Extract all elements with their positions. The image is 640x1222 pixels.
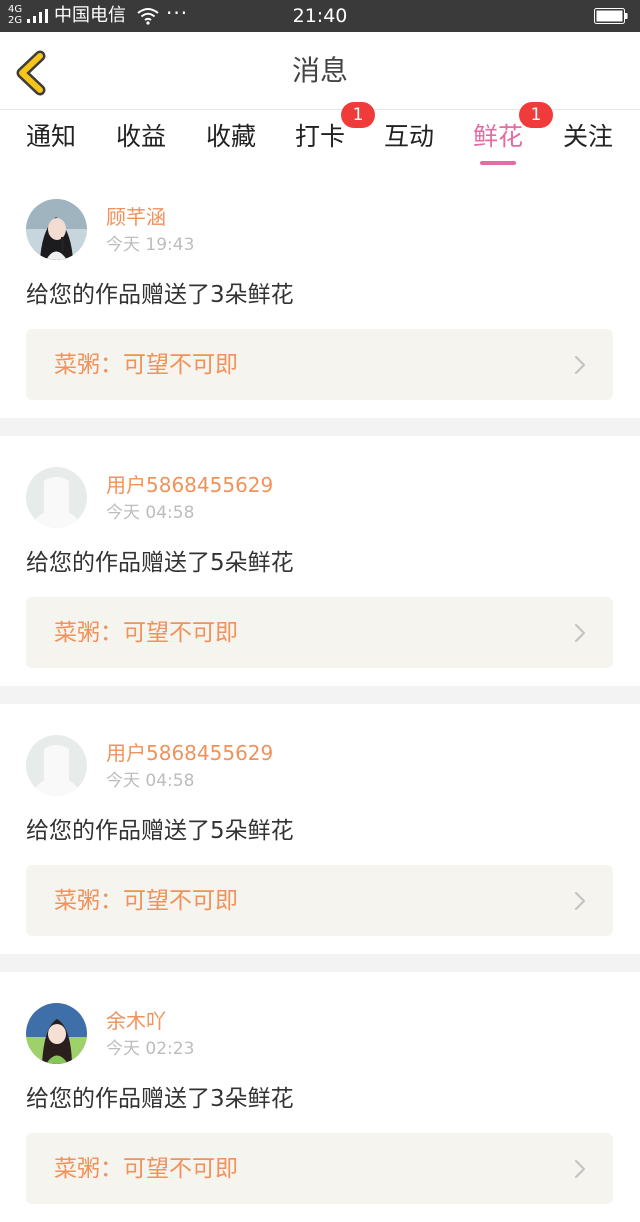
sender-name[interactable]: 用户5868455629 bbox=[106, 741, 273, 765]
message-card: 用户5868455629 今天 04:58 给您的作品赠送了5朵鲜花 菜粥：可望… bbox=[0, 436, 640, 704]
default-avatar-icon bbox=[26, 735, 87, 796]
tab-earnings[interactable]: 收益 bbox=[116, 120, 166, 156]
tab-interaction[interactable]: 互动 bbox=[384, 120, 434, 156]
sender-name[interactable]: 顾芊涵 bbox=[106, 205, 166, 229]
nav-header: 消息 bbox=[0, 32, 640, 110]
photo-avatar-icon bbox=[26, 199, 87, 260]
message-time: 今天 04:58 bbox=[106, 503, 195, 523]
card-divider bbox=[0, 954, 640, 972]
work-title: 菜粥：可望不可即 bbox=[54, 352, 238, 378]
status-bar: 4G 2G 中国电信 ··· 21:40 bbox=[0, 0, 640, 32]
tab-flowers[interactable]: 鲜花 1 bbox=[473, 102, 553, 165]
sender-name[interactable]: 用户5868455629 bbox=[106, 473, 273, 497]
flower-message-list: 顾芊涵 今天 19:43 给您的作品赠送了3朵鲜花 菜粥：可望不可即 用户586… bbox=[0, 168, 640, 1222]
avatar[interactable] bbox=[26, 467, 87, 528]
message-text: 给您的作品赠送了3朵鲜花 bbox=[26, 1086, 294, 1112]
unread-badge: 1 bbox=[341, 102, 375, 128]
work-link[interactable]: 菜粥：可望不可即 bbox=[26, 865, 613, 936]
work-title: 菜粥：可望不可即 bbox=[54, 620, 238, 646]
active-tab-indicator bbox=[480, 161, 516, 165]
tab-label: 收益 bbox=[116, 122, 167, 151]
tab-notifications[interactable]: 通知 bbox=[26, 120, 76, 156]
message-text: 给您的作品赠送了3朵鲜花 bbox=[26, 282, 294, 308]
card-divider bbox=[0, 686, 640, 704]
tab-label: 互动 bbox=[384, 122, 435, 151]
message-time: 今天 19:43 bbox=[106, 235, 195, 255]
message-text: 给您的作品赠送了5朵鲜花 bbox=[26, 818, 294, 844]
page-title: 消息 bbox=[291, 54, 348, 87]
tab-label: 关注 bbox=[563, 122, 614, 151]
avatar[interactable] bbox=[26, 735, 87, 796]
work-title: 菜粥：可望不可即 bbox=[54, 888, 238, 914]
work-link[interactable]: 菜粥：可望不可即 bbox=[26, 597, 613, 668]
tab-favorites[interactable]: 收藏 bbox=[206, 120, 256, 156]
message-tabs: 通知 收益 收藏 打卡 1 互动 鲜花 1 关注 bbox=[0, 102, 640, 168]
tab-checkin[interactable]: 打卡 1 bbox=[295, 102, 375, 156]
chevron-right-icon bbox=[574, 1159, 586, 1179]
default-avatar-icon bbox=[26, 467, 87, 528]
work-title: 菜粥：可望不可即 bbox=[54, 1156, 238, 1182]
tab-label: 收藏 bbox=[206, 122, 257, 151]
sender-name[interactable]: 余木吖 bbox=[106, 1009, 166, 1033]
tab-label: 鲜花 bbox=[473, 122, 524, 151]
work-link[interactable]: 菜粥：可望不可即 bbox=[26, 329, 613, 400]
unread-badge: 1 bbox=[519, 102, 553, 128]
photo-avatar-icon bbox=[26, 1003, 87, 1064]
message-time: 今天 02:23 bbox=[106, 1039, 195, 1059]
tab-following[interactable]: 关注 bbox=[563, 120, 613, 156]
tab-label: 打卡 bbox=[295, 122, 346, 151]
chevron-right-icon bbox=[574, 623, 586, 643]
avatar[interactable] bbox=[26, 199, 87, 260]
message-time: 今天 04:58 bbox=[106, 771, 195, 791]
message-text: 给您的作品赠送了5朵鲜花 bbox=[26, 550, 294, 576]
message-card: 用户5868455629 今天 04:58 给您的作品赠送了5朵鲜花 菜粥：可望… bbox=[0, 704, 640, 972]
message-card: 余木吖 今天 02:23 给您的作品赠送了3朵鲜花 菜粥：可望不可即 bbox=[0, 972, 640, 1222]
chevron-right-icon bbox=[574, 355, 586, 375]
work-link[interactable]: 菜粥：可望不可即 bbox=[26, 1133, 613, 1204]
clock: 21:40 bbox=[292, 5, 348, 27]
card-divider bbox=[0, 418, 640, 436]
message-card: 顾芊涵 今天 19:43 给您的作品赠送了3朵鲜花 菜粥：可望不可即 bbox=[0, 168, 640, 436]
avatar[interactable] bbox=[26, 1003, 87, 1064]
chevron-right-icon bbox=[574, 891, 586, 911]
battery-icon bbox=[594, 8, 628, 24]
tab-label: 通知 bbox=[26, 122, 77, 151]
